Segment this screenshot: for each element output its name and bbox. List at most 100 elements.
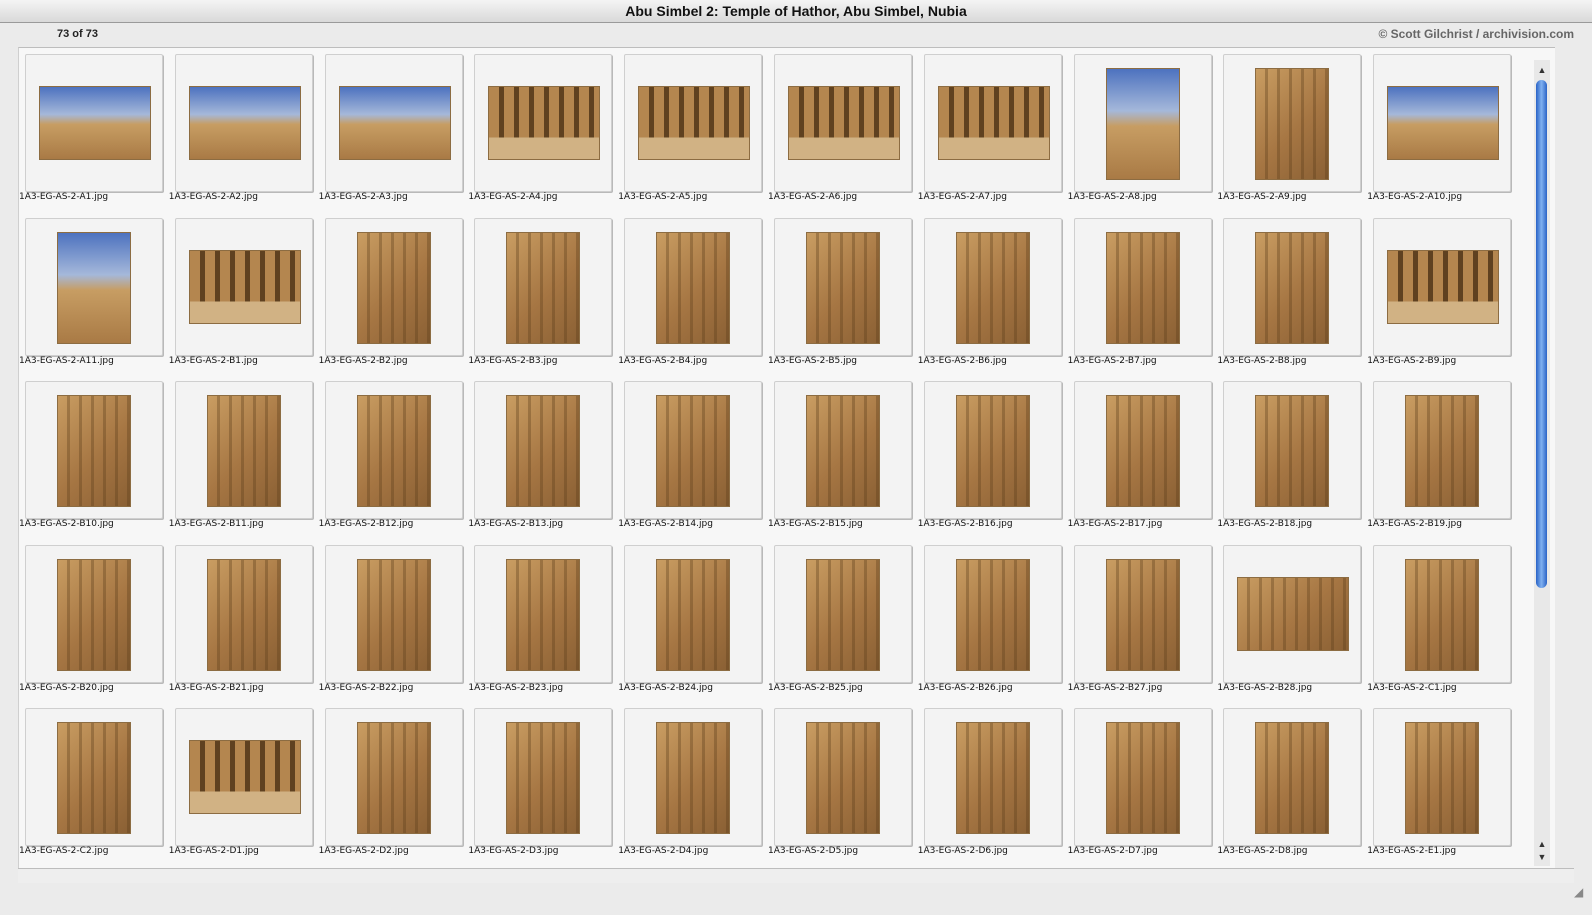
thumbnail-frame[interactable] — [25, 381, 163, 519]
thumbnail-frame[interactable] — [923, 544, 1062, 683]
thumbnail-item[interactable]: 1A3-EG-AS-2-A2.jpg — [169, 48, 319, 206]
thumbnail-image[interactable] — [356, 395, 431, 507]
thumbnail-frame[interactable] — [1373, 708, 1512, 846]
thumbnail-item[interactable]: 1A3-EG-AS-2-B7.jpg — [1068, 212, 1218, 370]
thumbnail-item[interactable]: 1A3-EG-AS-2-D6.jpg — [918, 702, 1068, 860]
thumbnail-item[interactable]: 1A3-EG-AS-2-E1.jpg — [1367, 702, 1517, 860]
thumbnail-item[interactable]: 1A3-EG-AS-2-A1.jpg — [19, 48, 169, 206]
thumbnail-item[interactable]: 1A3-EG-AS-2-A8.jpg — [1068, 48, 1218, 206]
thumbnail-image[interactable] — [57, 558, 131, 671]
thumbnail-frame[interactable] — [774, 217, 912, 356]
thumbnail-item[interactable]: 1A3-EG-AS-2-A10.jpg — [1367, 48, 1517, 206]
thumbnail-item[interactable]: 1A3-EG-AS-2-B9.jpg — [1367, 212, 1517, 370]
thumbnail-item[interactable]: 1A3-EG-AS-2-A11.jpg — [19, 212, 169, 370]
thumbnail-item[interactable]: 1A3-EG-AS-2-B12.jpg — [319, 375, 469, 533]
thumbnail-frame[interactable] — [774, 544, 912, 683]
thumbnail-image[interactable] — [656, 722, 731, 834]
thumbnail-frame[interactable] — [474, 708, 613, 846]
vertical-scrollbar[interactable]: ▲ ▲ ▼ — [1534, 60, 1550, 866]
thumbnail-item[interactable]: 1A3-EG-AS-2-A6.jpg — [768, 48, 918, 206]
copyright-link[interactable]: © Scott Gilchrist / archivision.com — [1378, 27, 1574, 41]
thumbnail-frame[interactable] — [774, 381, 912, 519]
thumbnail-image[interactable] — [1255, 231, 1330, 344]
thumbnail-frame[interactable] — [174, 381, 313, 519]
thumbnail-frame[interactable] — [474, 544, 613, 683]
thumbnail-frame[interactable] — [25, 708, 163, 846]
thumbnail-item[interactable]: 1A3-EG-AS-2-B3.jpg — [468, 212, 618, 370]
thumbnail-frame[interactable] — [174, 544, 313, 683]
thumbnail-frame[interactable] — [624, 544, 763, 683]
thumbnail-item[interactable]: 1A3-EG-AS-2-B1.jpg — [169, 212, 319, 370]
thumbnail-image[interactable] — [57, 395, 131, 507]
thumbnail-frame[interactable] — [1223, 54, 1362, 192]
thumbnail-image[interactable] — [1105, 558, 1180, 671]
thumbnail-item[interactable]: 1A3-EG-AS-2-D3.jpg — [468, 702, 618, 860]
thumbnail-item[interactable]: 1A3-EG-AS-2-B28.jpg — [1217, 539, 1367, 697]
thumbnail-image[interactable] — [1405, 558, 1480, 671]
thumbnail-image[interactable] — [206, 558, 281, 671]
thumbnail-image[interactable] — [57, 722, 131, 834]
thumbnail-image[interactable] — [506, 558, 581, 671]
thumbnail-item[interactable]: 1A3-EG-AS-2-D5.jpg — [768, 702, 918, 860]
thumbnail-frame[interactable] — [25, 217, 163, 356]
thumbnail-image[interactable] — [806, 558, 880, 671]
thumbnail-frame[interactable] — [324, 381, 463, 519]
scroll-thumb[interactable] — [1536, 80, 1547, 588]
thumbnail-image[interactable] — [188, 740, 301, 814]
thumbnail-item[interactable]: 1A3-EG-AS-2-B5.jpg — [768, 212, 918, 370]
thumbnail-item[interactable]: 1A3-EG-AS-2-B14.jpg — [618, 375, 768, 533]
thumbnail-image[interactable] — [955, 231, 1030, 344]
scroll-down-icon[interactable]: ▼ — [1536, 851, 1548, 863]
thumbnail-image[interactable] — [1237, 576, 1350, 651]
thumbnail-frame[interactable] — [1073, 708, 1212, 846]
thumbnail-item[interactable]: 1A3-EG-AS-2-B17.jpg — [1068, 375, 1218, 533]
thumbnail-image[interactable] — [1255, 722, 1330, 834]
thumbnail-image[interactable] — [806, 231, 880, 344]
thumbnail-item[interactable]: 1A3-EG-AS-2-A9.jpg — [1217, 48, 1367, 206]
scroll-up-icon[interactable]: ▲ — [1536, 64, 1548, 76]
thumbnail-image[interactable] — [356, 558, 431, 671]
thumbnail-image[interactable] — [506, 395, 581, 507]
thumbnail-image[interactable] — [1405, 395, 1480, 507]
thumbnail-image[interactable] — [206, 395, 281, 507]
thumbnail-frame[interactable] — [324, 54, 463, 192]
thumbnail-image[interactable] — [1255, 68, 1330, 180]
thumbnail-item[interactable]: 1A3-EG-AS-2-B26.jpg — [918, 539, 1068, 697]
horizontal-scrollbar[interactable] — [18, 868, 1574, 883]
thumbnail-frame[interactable] — [324, 217, 463, 356]
thumbnail-frame[interactable] — [1223, 544, 1362, 683]
thumbnail-image[interactable] — [57, 231, 131, 344]
thumbnail-item[interactable]: 1A3-EG-AS-2-A5.jpg — [618, 48, 768, 206]
thumbnail-image[interactable] — [955, 722, 1030, 834]
thumbnail-item[interactable]: 1A3-EG-AS-2-D4.jpg — [618, 702, 768, 860]
scroll-up-arrow-icon[interactable]: ▲ — [1536, 838, 1548, 850]
thumbnail-frame[interactable] — [923, 217, 1062, 356]
thumbnail-frame[interactable] — [923, 54, 1062, 192]
thumbnail-image[interactable] — [955, 395, 1030, 507]
resize-grip-icon[interactable]: ◢ — [1574, 885, 1588, 899]
thumbnail-item[interactable]: 1A3-EG-AS-2-B21.jpg — [169, 539, 319, 697]
thumbnail-item[interactable]: 1A3-EG-AS-2-A4.jpg — [468, 48, 618, 206]
thumbnail-image[interactable] — [1387, 249, 1500, 324]
thumbnail-item[interactable]: 1A3-EG-AS-2-D1.jpg — [169, 702, 319, 860]
thumbnail-item[interactable]: 1A3-EG-AS-2-A7.jpg — [918, 48, 1068, 206]
thumbnail-image[interactable] — [806, 395, 880, 507]
thumbnail-image[interactable] — [638, 86, 751, 160]
thumbnail-frame[interactable] — [1073, 381, 1212, 519]
thumbnail-item[interactable]: 1A3-EG-AS-2-C1.jpg — [1367, 539, 1517, 697]
thumbnail-frame[interactable] — [174, 217, 313, 356]
thumbnail-frame[interactable] — [624, 54, 763, 192]
thumbnail-frame[interactable] — [624, 217, 763, 356]
thumbnail-frame[interactable] — [174, 54, 313, 192]
thumbnail-item[interactable]: 1A3-EG-AS-2-B22.jpg — [319, 539, 469, 697]
thumbnail-image[interactable] — [656, 558, 731, 671]
thumbnail-item[interactable]: 1A3-EG-AS-2-D2.jpg — [319, 702, 469, 860]
thumbnail-frame[interactable] — [774, 54, 912, 192]
thumbnail-image[interactable] — [356, 722, 431, 834]
thumbnail-image[interactable] — [1105, 68, 1180, 180]
thumbnail-image[interactable] — [356, 231, 431, 344]
thumbnail-image[interactable] — [656, 395, 731, 507]
thumbnail-item[interactable]: 1A3-EG-AS-2-B25.jpg — [768, 539, 918, 697]
thumbnail-item[interactable]: 1A3-EG-AS-2-B27.jpg — [1068, 539, 1218, 697]
thumbnail-image[interactable] — [488, 86, 601, 160]
